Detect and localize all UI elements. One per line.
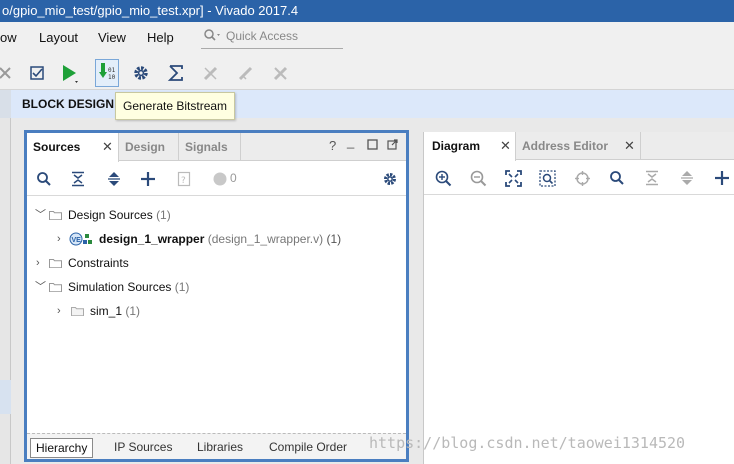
sources-panel: Sources ✕ Design Signals ? _ ? 0 ﹀ Desig… [24, 130, 409, 462]
left-flow-navigator-strip[interactable] [0, 90, 11, 464]
select-target-icon[interactable] [573, 169, 591, 187]
svg-text:01: 01 [108, 67, 116, 74]
folder-icon [49, 259, 62, 268]
folder-icon [49, 211, 62, 220]
tree-item-label: Design Sources [68, 208, 153, 222]
diagram-panel: Diagram ✕ Address Editor ✕ [423, 132, 734, 464]
svg-text:VE: VE [72, 237, 82, 244]
tab-diagram-label: Diagram [432, 139, 481, 153]
svg-text:10: 10 [108, 74, 116, 81]
sources-bottom-tabs: Hierarchy IP Sources Libraries Compile O… [27, 433, 406, 459]
chevron-right-icon[interactable]: › [57, 229, 67, 249]
collapse-all-icon[interactable] [643, 169, 661, 187]
tree-item-sim-1[interactable]: › sim_1 (1) [27, 301, 407, 321]
block-design-title: BLOCK DESIGN - [22, 97, 122, 111]
chevron-right-icon[interactable]: › [36, 253, 46, 273]
disabled-tool-3-icon[interactable] [270, 62, 292, 84]
menu-layout[interactable]: Layout [39, 30, 78, 45]
sources-tab-bar: Sources ✕ Design Signals ? _ [27, 133, 406, 162]
search-icon[interactable] [608, 169, 626, 187]
settings-gear-icon[interactable] [381, 170, 399, 188]
add-ip-icon[interactable] [713, 169, 731, 187]
help-icon[interactable]: ? [329, 138, 336, 153]
diagram-tab-bar: Diagram ✕ Address Editor ✕ [424, 132, 734, 161]
verilog-module-icon: VE [69, 232, 92, 246]
tab-sources[interactable]: Sources ✕ [27, 133, 119, 162]
tree-item-count: (1) [125, 304, 141, 318]
menu-help[interactable]: Help [147, 30, 174, 45]
tree-item-label: sim_1 [90, 304, 123, 318]
zoom-out-icon[interactable] [469, 169, 487, 187]
tab-libraries[interactable]: Libraries [192, 438, 248, 458]
tab-signals[interactable]: Signals [179, 133, 241, 161]
window-title: o/gpio_mio_test/gpio_mio_test.xpr] - Viv… [0, 0, 734, 22]
folder-icon [49, 283, 62, 292]
tree-item-count: (1) [326, 232, 342, 246]
generate-bitstream-icon[interactable]: 01 10 [95, 59, 119, 87]
disabled-tool-1-icon[interactable] [200, 62, 222, 84]
zoom-fit-icon[interactable] [504, 169, 522, 187]
disabled-tool-2-icon[interactable] [235, 62, 257, 84]
quick-access-placeholder: Quick Access [226, 29, 299, 43]
menu-window[interactable]: ow [0, 30, 17, 45]
tree-item-filename: (design_1_wrapper.v) [207, 232, 324, 246]
tab-address-editor[interactable]: Address Editor ✕ [516, 132, 641, 160]
source-file-properties-icon[interactable]: ? [175, 170, 193, 188]
expand-all-icon[interactable] [678, 169, 696, 187]
expand-all-icon[interactable] [105, 170, 123, 188]
watermark-text: https://blog.csdn.net/taowei1314520 [369, 434, 686, 452]
checkbox-icon[interactable] [26, 62, 48, 84]
tab-compile-order[interactable]: Compile Order [264, 438, 352, 458]
search-icon[interactable] [35, 170, 53, 188]
tree-item-simulation-sources[interactable]: ﹀ Simulation Sources (1) [27, 277, 407, 297]
left-strip-selection [0, 380, 11, 414]
status-dot-icon [211, 170, 229, 188]
diagram-toolbar [424, 161, 734, 195]
main-toolbar: 01 10 [0, 54, 734, 90]
float-window-icon[interactable] [387, 138, 398, 153]
tree-item-count: (1) [156, 208, 171, 222]
collapse-all-icon[interactable] [69, 170, 87, 188]
tab-address-editor-label: Address Editor [522, 139, 609, 153]
sigma-icon[interactable] [165, 62, 187, 84]
tab-diagram[interactable]: Diagram ✕ [424, 132, 516, 161]
menu-view[interactable]: View [98, 30, 126, 45]
chevron-down-icon[interactable]: ﹀ [35, 277, 46, 297]
tab-design[interactable]: Design [119, 133, 179, 161]
tree-item-constraints[interactable]: › Constraints [27, 253, 407, 273]
folder-icon [71, 307, 84, 316]
tree-item-label: Simulation Sources [68, 280, 172, 294]
settings-gear-icon[interactable] [130, 62, 152, 84]
zoom-area-icon[interactable] [538, 169, 556, 187]
tree-item-label: design_1_wrapper [99, 232, 205, 246]
chevron-down-icon[interactable]: ﹀ [35, 205, 46, 225]
left-strip-highlight [0, 90, 11, 118]
chevron-right-icon[interactable]: › [57, 301, 67, 321]
zoom-in-icon[interactable] [434, 169, 452, 187]
generate-bitstream-tooltip: Generate Bitstream [115, 92, 235, 120]
maximize-icon[interactable] [367, 138, 378, 153]
quick-access-search[interactable]: Quick Access [201, 24, 343, 49]
minimize-icon[interactable]: _ [347, 134, 354, 149]
close-icon[interactable] [0, 62, 16, 84]
tab-hierarchy[interactable]: Hierarchy [30, 438, 94, 458]
tree-item-label: Constraints [68, 256, 129, 270]
search-dropdown-icon[interactable] [203, 28, 223, 44]
tab-close-icon[interactable]: ✕ [102, 133, 113, 161]
status-count: 0 [230, 171, 237, 185]
sources-toolbar: ? 0 [27, 162, 406, 196]
tree-item-design-1-wrapper[interactable]: › VE design_1_wrapper (design_1_wrapper.… [27, 229, 407, 249]
menu-bar: ow Layout View Help [0, 22, 734, 54]
run-icon[interactable] [58, 62, 80, 84]
svg-text:?: ? [181, 176, 186, 186]
tree-item-design-sources[interactable]: ﹀ Design Sources (1) [27, 205, 407, 225]
tab-close-icon[interactable]: ✕ [624, 132, 635, 160]
tab-sources-label: Sources [33, 140, 81, 154]
tab-ip-sources[interactable]: IP Sources [109, 438, 177, 458]
add-sources-icon[interactable] [139, 170, 157, 188]
tab-close-icon[interactable]: ✕ [500, 132, 511, 160]
tree-item-count: (1) [174, 280, 190, 294]
